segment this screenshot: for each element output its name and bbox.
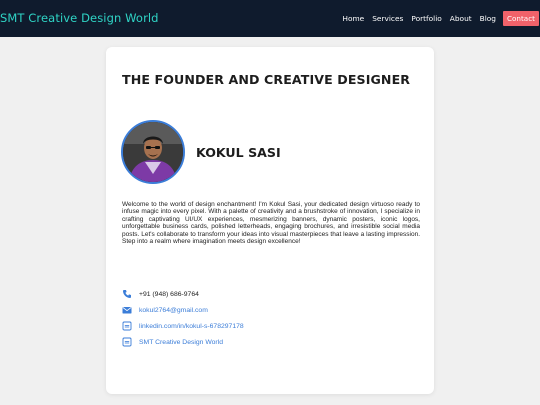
linkedin-icon	[122, 321, 132, 331]
nav-links: Home Services Portfolio About Blog	[342, 14, 496, 23]
contact-phone-row[interactable]: +91 (948) 686-9764	[122, 289, 199, 299]
card-title: THE FOUNDER AND CREATIVE DESIGNER	[122, 72, 411, 87]
contact-website-link[interactable]: SMT Creative Design World	[139, 339, 223, 346]
nav-link-blog[interactable]: Blog	[480, 14, 496, 23]
nav-link-portfolio[interactable]: Portfolio	[411, 14, 441, 23]
nav-link-about[interactable]: About	[450, 14, 472, 23]
contact-email-row[interactable]: kokul2764@gmail.com	[122, 305, 208, 315]
nav-link-services[interactable]: Services	[372, 14, 403, 23]
avatar	[121, 120, 185, 184]
contact-website-row[interactable]: SMT Creative Design World	[122, 337, 223, 347]
founder-bio: Welcome to the world of design enchantme…	[122, 201, 420, 246]
founder-card: THE FOUNDER AND CREATIVE DESIGNER KOKUL …	[106, 47, 434, 394]
contact-phone-text: +91 (948) 686-9764	[139, 290, 199, 298]
avatar-portrait	[123, 122, 183, 182]
envelope-icon	[122, 307, 132, 314]
contact-linkedin-link[interactable]: linkedin.com/in/kokul-s-678297178	[139, 323, 244, 330]
top-navbar: SMT Creative Design World Home Services …	[0, 0, 540, 37]
contact-button[interactable]: Contact	[503, 11, 539, 26]
founder-name: KOKUL SASI	[196, 145, 281, 160]
phone-icon	[123, 290, 131, 298]
contact-linkedin-row[interactable]: linkedin.com/in/kokul-s-678297178	[122, 321, 244, 331]
globe-icon	[122, 337, 132, 347]
brand-logo-text[interactable]: SMT Creative Design World	[0, 11, 159, 25]
contact-email-link[interactable]: kokul2764@gmail.com	[139, 307, 208, 314]
nav-link-home[interactable]: Home	[342, 14, 364, 23]
